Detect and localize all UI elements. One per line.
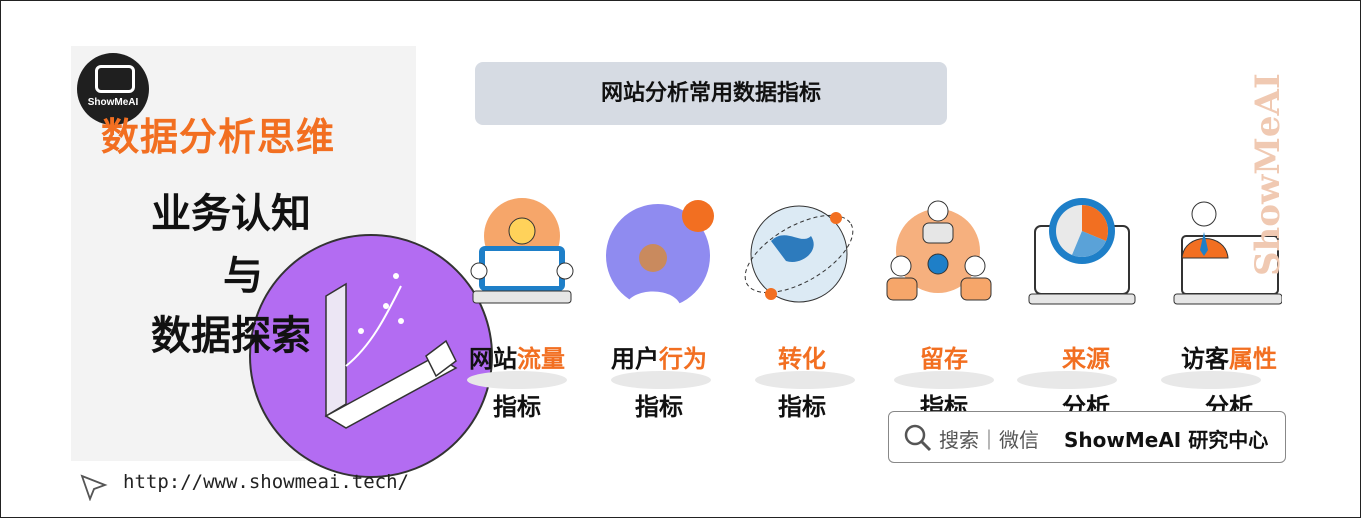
header-title: 网站分析常用数据指标 (600, 81, 821, 106)
svg-text:ShowMeAI: ShowMeAI (1249, 73, 1288, 276)
user-avatar-icon (603, 196, 718, 315)
pie-chart-monitor-icon (1027, 196, 1137, 315)
metric-label-behavior: 用户行为 指标 (611, 345, 707, 421)
search-label: 搜索｜微信 (939, 428, 1039, 452)
subtitle-line3: 数据探索 (151, 313, 311, 359)
subtitle-line1: 业务认知 (151, 191, 311, 237)
robot-screen-icon (95, 65, 135, 93)
metric-label-conversion: 转化 指标 (778, 345, 826, 421)
cursor-icon (80, 474, 108, 501)
lightbulb-laptop-icon (467, 196, 577, 315)
subtitle-line2: 与 (223, 253, 263, 299)
footer-url[interactable]: http://www.showmeai.tech/ (123, 471, 409, 493)
banner-frame: ShowMeAI 数据分析思维 业务认知 与 数据探索 网站分析常用数据指标 网… (0, 0, 1361, 518)
team-network-icon (883, 196, 993, 315)
search-brand: ShowMeAI 研究中心 (1064, 428, 1269, 452)
metric-label-traffic: 网站流量 指标 (469, 345, 565, 421)
showmeai-watermark: ShowMeAI (1249, 73, 1288, 276)
header-banner: 网站分析常用数据指标 (475, 62, 947, 125)
globe-orbit-icon (741, 196, 859, 315)
search-box[interactable]: 搜索｜微信 ShowMeAI 研究中心 (888, 411, 1286, 463)
left-title: 数据分析思维 (101, 115, 336, 159)
search-icon (904, 424, 932, 452)
